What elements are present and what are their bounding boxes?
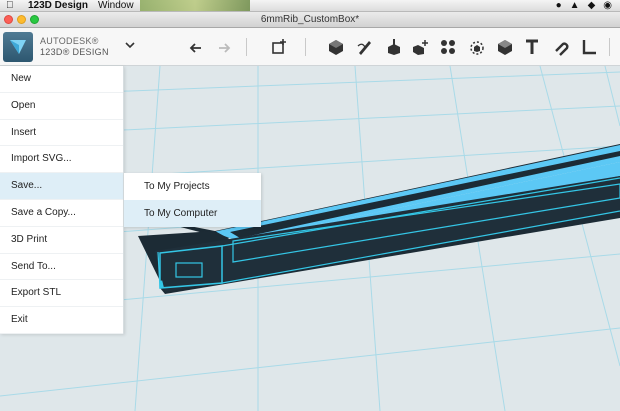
text-icon bbox=[526, 39, 538, 54]
primitives-icon bbox=[329, 40, 343, 55]
menu-item-open[interactable]: Open bbox=[0, 93, 123, 120]
main-toolbar: AUTODESK® 123D® DESIGN bbox=[0, 28, 620, 66]
undo-button[interactable] bbox=[186, 37, 206, 57]
modify-icon bbox=[413, 40, 428, 55]
measure-icon bbox=[582, 40, 596, 55]
primitives-button[interactable] bbox=[326, 37, 346, 57]
sketch-icon bbox=[357, 41, 371, 55]
construct-icon bbox=[388, 39, 400, 55]
add-object-button[interactable] bbox=[269, 37, 289, 57]
toolbar-separator bbox=[609, 38, 610, 56]
app-logo-icon bbox=[10, 40, 26, 54]
menu-item-save-a-copy[interactable]: Save a Copy... bbox=[0, 200, 123, 227]
menu-item-3d-print[interactable]: 3D Print bbox=[0, 227, 123, 254]
desktop-background-strip bbox=[140, 0, 250, 11]
grouping-icon bbox=[470, 41, 484, 55]
status-icon[interactable]: ▲ bbox=[570, 0, 580, 11]
window-titlebar: 6mmRib_CustomBox* bbox=[0, 12, 620, 28]
modify-button[interactable] bbox=[411, 37, 431, 57]
dropbox-icon[interactable]: ◆ bbox=[588, 0, 596, 11]
menubar-window-menu[interactable]: Window bbox=[98, 0, 134, 11]
app-menu: New Open Insert Import SVG... Save... Sa… bbox=[0, 66, 124, 334]
pattern-icon bbox=[441, 40, 455, 54]
pattern-button[interactable] bbox=[438, 37, 458, 57]
combine-icon bbox=[498, 40, 512, 55]
sketch-button[interactable] bbox=[355, 37, 375, 57]
menu-item-send-to[interactable]: Send To... bbox=[0, 254, 123, 281]
brand-company: AUTODESK® bbox=[40, 36, 99, 46]
combine-button[interactable] bbox=[495, 37, 515, 57]
chevron-down-icon[interactable] bbox=[125, 40, 135, 50]
menubar-tray: ● ▲ ◆ ◉ bbox=[556, 0, 612, 11]
apple-icon[interactable]:  bbox=[6, 0, 14, 11]
snap-button[interactable] bbox=[551, 37, 571, 57]
add-object-icon bbox=[272, 39, 286, 54]
menu-item-new[interactable]: New bbox=[0, 66, 123, 93]
menu-item-import-svg[interactable]: Import SVG... bbox=[0, 146, 123, 174]
toolbar-separator bbox=[305, 38, 306, 56]
menu-item-save[interactable]: Save... bbox=[0, 173, 123, 200]
undo-icon bbox=[189, 43, 201, 53]
redo-button[interactable] bbox=[214, 37, 234, 57]
window-title: 6mmRib_CustomBox* bbox=[260, 14, 360, 25]
measure-button[interactable] bbox=[579, 37, 599, 57]
notification-icon[interactable]: ● bbox=[556, 0, 562, 11]
brand-product: 123D® DESIGN bbox=[40, 47, 109, 57]
submenu-item-to-my-computer[interactable]: To My Computer bbox=[124, 200, 261, 227]
text-button[interactable] bbox=[522, 37, 542, 57]
toolbar-separator bbox=[246, 38, 247, 56]
menu-item-export-stl[interactable]: Export STL bbox=[0, 280, 123, 308]
system-menubar:  123D Design Window ● ▲ ◆ ◉ bbox=[0, 0, 620, 12]
submenu-item-to-my-projects[interactable]: To My Projects bbox=[124, 173, 261, 200]
wifi-icon[interactable]: ◉ bbox=[603, 0, 612, 11]
menu-item-insert[interactable]: Insert bbox=[0, 120, 123, 147]
construct-button[interactable] bbox=[384, 37, 404, 57]
snap-icon bbox=[555, 42, 569, 56]
save-submenu: To My Projects To My Computer bbox=[124, 173, 261, 227]
menubar-app-name[interactable]: 123D Design bbox=[28, 0, 88, 11]
app-logo-button[interactable] bbox=[3, 32, 33, 62]
menu-item-exit[interactable]: Exit bbox=[0, 307, 123, 334]
redo-icon bbox=[219, 43, 231, 53]
grouping-button[interactable] bbox=[467, 37, 487, 57]
